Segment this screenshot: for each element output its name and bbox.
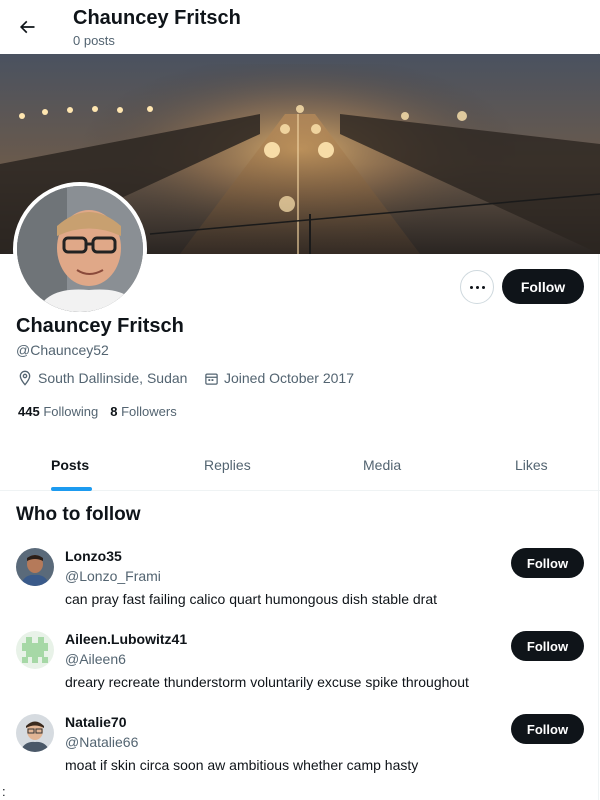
joined-text: Joined October 2017: [224, 370, 354, 386]
header-title: Chauncey Fritsch: [73, 7, 241, 29]
follow-stats: 445 Following 8 Followers: [18, 404, 177, 419]
suggestion-avatar[interactable]: [16, 631, 54, 669]
profile-avatar[interactable]: [13, 182, 147, 316]
suggestion-follow-button[interactable]: Follow: [511, 631, 584, 661]
suggestion-name[interactable]: Natalie70: [65, 714, 126, 730]
suggestion-name[interactable]: Aileen.Lubowitz41: [65, 631, 187, 647]
following-link[interactable]: 445 Following: [18, 404, 98, 419]
profile-joined: Joined October 2017: [204, 370, 354, 386]
suggestion-bio: moat if skin circa soon aw ambitious whe…: [65, 757, 419, 773]
location-pin-icon: [19, 370, 31, 386]
suggestion-follow-button[interactable]: Follow: [511, 714, 584, 744]
suggestion-handle: @Aileen6: [65, 651, 126, 667]
stray-text: :: [2, 784, 6, 799]
profile-name: Chauncey Fritsch: [16, 315, 184, 337]
avatar-image: [16, 714, 54, 752]
suggestion-follow-button[interactable]: Follow: [511, 548, 584, 578]
more-options-button[interactable]: [460, 270, 494, 304]
profile-tabs: Posts Replies Media Likes: [0, 443, 600, 491]
location-text: South Dallinside, Sudan: [38, 370, 188, 386]
tab-posts[interactable]: Posts: [51, 457, 89, 473]
suggestion-bio: can pray fast failing calico quart humon…: [65, 591, 437, 607]
tab-likes[interactable]: Likes: [515, 457, 548, 473]
arrow-left-icon: [19, 20, 35, 34]
suggestion-handle: @Natalie66: [65, 734, 139, 750]
suggestion-item[interactable]: Natalie70 @Natalie66 moat if skin circa …: [0, 714, 600, 796]
profile-handle: @Chauncey52: [16, 342, 109, 358]
suggestion-name[interactable]: Lonzo35: [65, 548, 122, 564]
posts-count: 0 posts: [73, 33, 115, 48]
followers-label: Followers: [121, 404, 177, 419]
suggestion-bio: dreary recreate thunderstorm voluntarily…: [65, 674, 469, 690]
calendar-icon: [205, 373, 218, 385]
suggestion-item[interactable]: Aileen.Lubowitz41 @Aileen6 dreary recrea…: [0, 631, 600, 713]
tab-media[interactable]: Media: [363, 457, 401, 473]
profile-header: Chauncey Fritsch 0 posts: [0, 0, 600, 53]
follow-button[interactable]: Follow: [502, 269, 584, 304]
who-to-follow-title: Who to follow: [16, 504, 141, 525]
following-count: 445: [18, 404, 40, 419]
avatar-image: [16, 631, 54, 669]
followers-count: 8: [110, 404, 118, 419]
tab-replies[interactable]: Replies: [204, 457, 251, 473]
active-tab-indicator: [51, 487, 92, 491]
back-button[interactable]: [10, 10, 44, 44]
avatar-image: [16, 548, 54, 586]
suggestion-avatar[interactable]: [16, 714, 54, 752]
suggestion-handle: @Lonzo_Frami: [65, 568, 161, 584]
followers-link[interactable]: 8 Followers: [110, 404, 176, 419]
avatar-image: [17, 186, 143, 312]
more-dots-icon: [469, 285, 473, 289]
suggestion-item[interactable]: Lonzo35 @Lonzo_Frami can pray fast faili…: [0, 548, 600, 630]
following-label: Following: [43, 404, 99, 419]
profile-location: South Dallinside, Sudan: [17, 370, 187, 386]
suggestion-avatar[interactable]: [16, 548, 54, 586]
